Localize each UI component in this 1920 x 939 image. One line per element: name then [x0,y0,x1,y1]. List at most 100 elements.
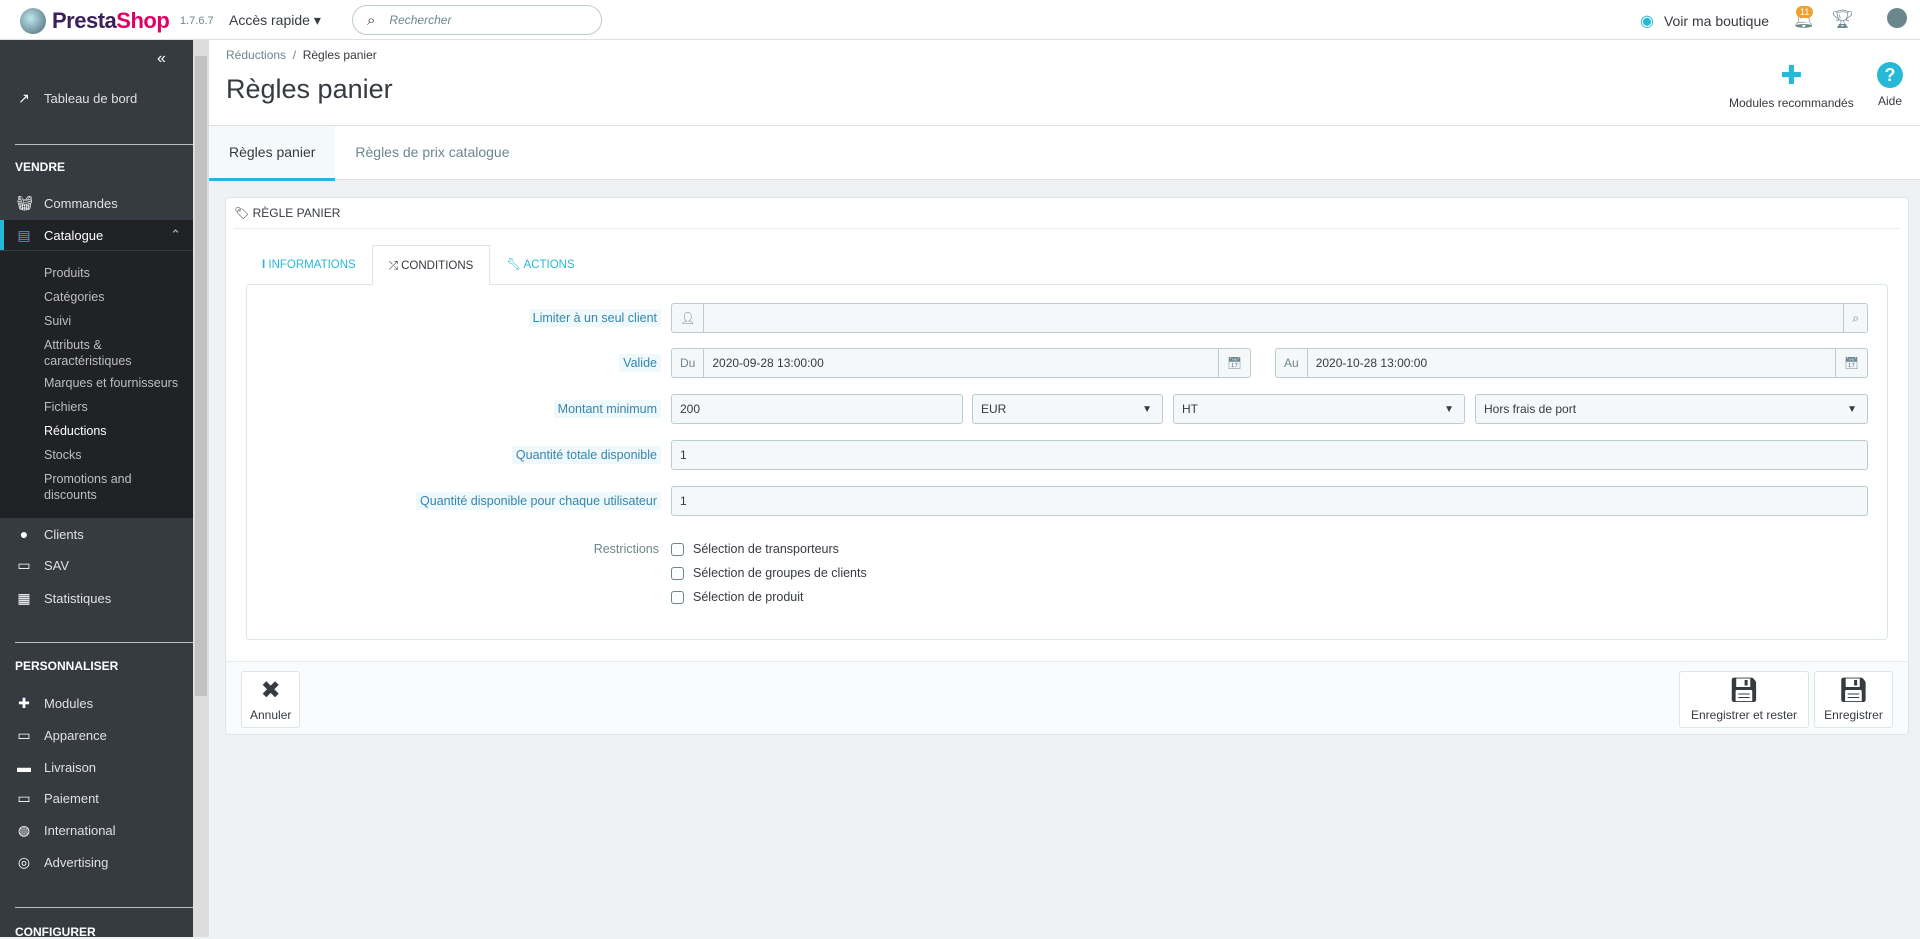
basket-icon: 🧺︎ [16,194,34,211]
view-shop-link[interactable]: ◉ Voir ma boutique [1640,11,1769,31]
tab-conditions[interactable]: ⤮ Conditions [371,245,491,285]
carrier-restriction-checkbox[interactable]: Sélection de transporteurs [671,542,839,556]
chevron-down-icon: ▼ [1444,403,1454,415]
recommended-modules-button[interactable]: ✚ Modules recommandés [1729,60,1854,110]
chevron-down-icon: ▼ [1142,403,1152,415]
rule-tabs: i Informations ⤮ Conditions 🔧︎ Actions [246,245,591,285]
save-and-stay-button[interactable]: 💾︎ Enregistrer et rester [1679,671,1809,728]
page-tabs: Règles panier Règles de prix catalogue [209,125,1920,181]
submenu-categories[interactable]: Catégories [44,289,104,305]
tab-actions[interactable]: 🔧︎ Actions [490,245,590,285]
conditions-panel: Limiter à un seul client 👤︎ ⌕ Valide Du 20… [246,284,1888,640]
breadcrumb-parent[interactable]: Réductions [226,48,286,62]
sidebar-scrollbar[interactable] [193,40,209,937]
search-icon[interactable]: ⌕ [1843,304,1867,332]
submenu-tracking[interactable]: Suivi [44,313,71,329]
row-user-quantity: Quantité disponible pour chaque utilisat… [247,486,1889,516]
version: 1.7.6.7 [180,15,214,27]
divider [15,144,193,145]
group-restriction-checkbox[interactable]: Sélection de groupes de clients [671,566,867,580]
sidebar-item-catalog[interactable]: ▤ Catalogue ⌃ [0,220,193,250]
sidebar-item-payment[interactable]: ▭ Paiement [0,783,193,813]
caret-down-icon: ▾ [313,12,321,28]
sidebar-item-stats[interactable]: ▦ Statistiques [0,583,193,613]
chat-icon: ▭ [17,556,31,573]
info-icon: i [262,259,266,271]
sidebar-item-support[interactable]: ▭ SAV [0,550,193,580]
store-icon: ▤ [17,226,31,243]
monitor-icon: ▭ [17,726,31,743]
page-header: Réductions / Règles panier Règles panier… [209,40,1920,181]
tax-select[interactable]: HT ▼ [1173,394,1465,424]
prestashop-logo[interactable]: PrestaShop [20,8,170,34]
submenu-discounts[interactable]: Réductions [44,423,107,439]
quick-access-dropdown[interactable]: Accès rapide ▾ [229,12,321,29]
scrollbar-thumb[interactable] [195,56,207,696]
divider [15,642,193,643]
tab-cart-rules[interactable]: Règles panier [209,126,336,181]
sidebar-item-international[interactable]: ◍ International [0,815,193,845]
row-customer: Limiter à un seul client 👤︎ ⌕ [247,303,1889,333]
divider [234,228,1900,229]
chevron-down-icon: ▼ [1847,403,1857,415]
save-button[interactable]: 💾︎ Enregistrer [1814,671,1893,728]
submenu-files[interactable]: Fichiers [44,399,88,415]
divider [15,907,193,908]
customer-search-input[interactable]: 👤︎ ⌕ [671,303,1868,333]
notifications-badge: 11 [1796,6,1814,18]
cart-rule-card: 🏷︎ Règle panier i Informations ⤮ Conditi… [225,197,1909,735]
user-quantity-label: Quantité disponible pour chaque utilisat… [416,492,661,510]
question-circle-icon: ? [1877,62,1903,88]
total-quantity-label: Quantité totale disponible [511,446,661,464]
save-icon: 💾︎ [1728,676,1760,704]
minimum-amount-input[interactable]: 200 [671,394,963,424]
currency-select[interactable]: EUR ▼ [972,394,1163,424]
row-total-quantity: Quantité totale disponible 1 [247,440,1889,470]
bar-chart-icon: ▦ [17,589,31,606]
sidebar-item-customers[interactable]: ● Clients [0,519,193,549]
sidebar-item-modules[interactable]: ✚ Modules [0,688,193,718]
restrictions-label: Restrictions [593,542,659,556]
calendar-icon[interactable]: 📅︎ [1834,349,1867,377]
credit-card-icon: ▭ [17,789,31,806]
sidebar-item-shipping[interactable]: ▬ Livraison [0,752,193,782]
user-quantity-input[interactable]: 1 [671,486,1868,516]
catalog-submenu: Produits Catégories Suivi Attributs & ca… [0,251,193,518]
calendar-icon[interactable]: 📅︎ [1217,349,1250,377]
page-title: Règles panier [226,74,393,104]
card-title: 🏷︎ Règle panier [234,206,341,220]
total-quantity-input[interactable]: 1 [671,440,1868,470]
customer-label: Limiter à un seul client [528,309,661,327]
product-restriction-checkbox[interactable]: Sélection de produit [671,590,804,604]
close-icon: ✖ [260,676,281,704]
tab-catalog-price-rules[interactable]: Règles de prix catalogue [335,126,529,181]
sidebar-item-appearance[interactable]: ▭ Apparence [0,720,193,750]
user-icon: 👤︎ [672,304,705,332]
eye-icon: ◉ [1640,13,1654,30]
help-button[interactable]: ? Aide [1877,60,1903,108]
user-avatar-icon[interactable] [1887,8,1907,28]
sidebar: « ↗ Tableau de bord VENDRE 🧺︎ Commandes ▤ C… [0,40,193,939]
submenu-promotions[interactable]: Promotions and discounts [44,471,154,503]
submenu-stocks[interactable]: Stocks [44,447,82,463]
target-icon: ◎ [17,853,31,870]
save-icon: 💾︎ [1838,676,1869,704]
trophy-icon[interactable]: 🏆︎ [1831,9,1854,30]
wrench-icon: 🔧︎ [506,259,521,271]
section-customize: PERSONNALISER [15,659,119,673]
cancel-button[interactable]: ✖ Annuler [241,671,301,728]
shipping-select[interactable]: Hors frais de port ▼ [1475,394,1868,424]
truck-icon: ▬ [17,759,31,775]
sidebar-item-advertising[interactable]: ◎ Advertising [0,847,193,877]
card-footer: ✖ Annuler 💾︎ Enregistrer et rester 💾︎ Enreg… [226,661,1908,734]
collapse-sidebar-icon[interactable]: « [157,50,166,68]
search-input[interactable]: ⌕ Rechercher [352,5,602,35]
submenu-brands[interactable]: Marques et fournisseurs [44,375,178,391]
date-from-input[interactable]: Du 2020-09-28 13:00:00 📅︎ [671,348,1251,378]
sidebar-item-dashboard[interactable]: ↗ Tableau de bord [0,83,193,113]
submenu-products[interactable]: Produits [44,265,90,281]
sidebar-item-orders[interactable]: 🧺︎ Commandes [0,188,193,218]
submenu-attributes[interactable]: Attributs & caractéristiques [44,337,164,369]
date-to-input[interactable]: Au 2020-10-28 13:00:00 📅︎ [1275,348,1868,378]
tab-informations[interactable]: i Informations [246,245,372,285]
